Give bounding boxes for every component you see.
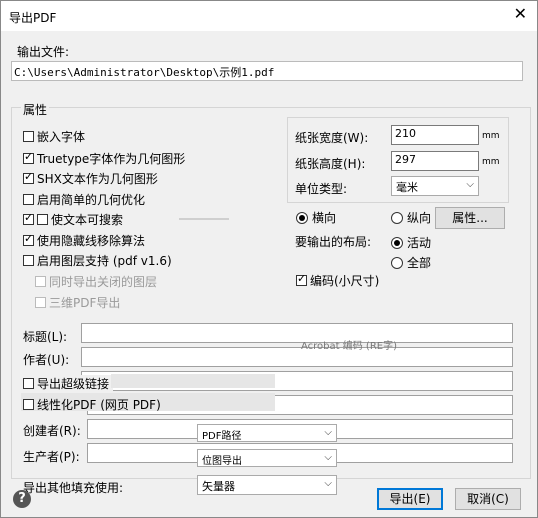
paper-height-input[interactable]: 297 [391, 151, 479, 171]
checkbox[interactable] [23, 255, 34, 266]
checkbox[interactable] [23, 399, 34, 410]
radio-label: 横向 [312, 211, 337, 225]
checkbox[interactable] [296, 272, 307, 286]
creator-label: 创建者(R): [23, 424, 81, 438]
paper-width-input[interactable]: 210 [391, 125, 479, 145]
unit-type-value: 毫米 [396, 181, 418, 194]
ghost-bitmap-value: 位图导出 [202, 456, 242, 467]
cancel-button[interactable]: 取消(C) [455, 488, 521, 510]
option-label: 导出超级链接 [37, 377, 110, 391]
radio-button[interactable] [391, 256, 403, 269]
option-label: 编码(小尺寸) [310, 274, 380, 288]
author-label: 作者(U): [23, 353, 70, 367]
chevron-down-icon: ⌵ [324, 427, 332, 438]
radio-button[interactable] [391, 236, 403, 249]
properties-title: 属性 [21, 101, 50, 118]
author-input[interactable] [81, 347, 513, 367]
export-pdf-dialog: 导出PDF ✕ 输出文件: C:\Users\Administrator\Des… [0, 0, 538, 518]
radio-label: 全部 [407, 256, 432, 270]
option-label: 启用图层支持 (pdf v1.6) [37, 254, 172, 268]
orientation-landscape[interactable]: 横向 [296, 209, 336, 226]
option-layer-support[interactable]: 启用图层支持 (pdf v1.6) [23, 252, 172, 269]
fill-select[interactable]: 矢量器 ⌵ [197, 475, 337, 495]
option-shx-geometry[interactable]: SHX文本作为几何图形 [23, 170, 158, 187]
checkbox[interactable] [35, 297, 46, 308]
layout-all[interactable]: 全部 [391, 254, 431, 271]
chevron-down-icon: ⌵ [324, 478, 332, 489]
option-label: 使文本可搜索 [51, 213, 124, 227]
option-label: 启用简单的几何优化 [37, 193, 146, 207]
option-label: SHX文本作为几何图形 [37, 172, 158, 186]
radio-button[interactable] [391, 211, 403, 224]
option-label: 三维PDF导出 [49, 296, 121, 310]
checkbox-overlay [37, 214, 48, 225]
checkbox[interactable] [23, 170, 34, 184]
fill-value: 矢量器 [202, 480, 235, 493]
radio-button[interactable] [296, 211, 308, 224]
option-truetype-geometry[interactable]: Truetype字体作为几何图形 [23, 150, 185, 167]
output-file-label: 输出文件: [17, 45, 70, 59]
export-hyperlinks[interactable]: 导出超级链接 [23, 375, 114, 392]
title-label: 标题(L): [23, 330, 68, 344]
paper-width-label: 纸张宽度(W): [295, 131, 369, 145]
option-label: 使用隐藏线移除算法 [37, 234, 146, 248]
checkbox[interactable] [23, 150, 34, 164]
checkbox[interactable] [23, 211, 34, 225]
option-label: 嵌入字体 [37, 130, 86, 144]
checkbox[interactable] [23, 194, 34, 205]
unit-type-label: 单位类型: [295, 182, 348, 196]
ghost-pdf-path-select: PDF路径 ⌵ [197, 424, 337, 442]
chevron-down-icon: ⌵ [324, 452, 332, 463]
option-label: 线性化PDF (网页 PDF) [37, 398, 161, 412]
orientation-portrait[interactable]: 纵向 [391, 209, 431, 226]
option-label: 同时导出关闭的图层 [49, 275, 158, 289]
window-title: 导出PDF [9, 11, 57, 25]
encoding-small-size[interactable]: 编码(小尺寸) [296, 272, 379, 289]
paper-height-label: 纸张高度(H): [295, 157, 366, 171]
option-label: Truetype字体作为几何图形 [37, 152, 186, 166]
export-button[interactable]: 导出(E) [377, 488, 443, 510]
ghost-bitmap-select: 位图导出 ⌵ [197, 449, 337, 467]
option-searchable-text[interactable]: 使文本可搜索 [23, 211, 123, 228]
radio-label: 纵向 [407, 211, 432, 225]
checkbox[interactable] [23, 131, 34, 142]
paper-width-unit: mm [482, 131, 500, 141]
layout-active[interactable]: 活动 [391, 234, 431, 251]
option-3d-pdf[interactable]: 三维PDF导出 [35, 294, 120, 311]
option-export-off-layers[interactable]: 同时导出关闭的图层 [35, 273, 157, 290]
checkbox[interactable] [35, 276, 46, 287]
chevron-down-icon: ⌵ [466, 179, 474, 190]
title-bar: 导出PDF ✕ [1, 1, 537, 31]
ghost-encoding-text: Acrobat 编码 (RE字) [301, 341, 397, 352]
unit-type-select[interactable]: 毫米 ⌵ [391, 176, 479, 196]
close-icon[interactable]: ✕ [514, 5, 527, 23]
overlay-fragment [179, 218, 229, 220]
radio-label: 活动 [407, 236, 432, 250]
producer-label: 生产者(P): [23, 450, 80, 464]
option-hidden-line-removal[interactable]: 使用隐藏线移除算法 [23, 232, 145, 249]
title-input[interactable] [81, 323, 513, 343]
orientation-properties-button[interactable]: 属性... [435, 207, 505, 229]
layout-label: 要输出的布局: [295, 235, 372, 249]
fill-label: 导出其他填充使用: [23, 481, 124, 495]
output-path-field[interactable]: C:\Users\Administrator\Desktop\示例1.pdf [11, 61, 523, 81]
paper-height-unit: mm [482, 157, 500, 167]
help-icon[interactable]: ? [13, 490, 31, 508]
linearize-pdf[interactable]: 线性化PDF (网页 PDF) [23, 396, 161, 413]
checkbox[interactable] [23, 378, 34, 389]
option-simple-geometry[interactable]: 启用简单的几何优化 [23, 191, 145, 208]
option-embed-fonts[interactable]: 嵌入字体 [23, 128, 85, 145]
checkbox[interactable] [23, 232, 34, 246]
overlay-strip [111, 374, 275, 388]
ghost-pdf-path-value: PDF路径 [202, 431, 242, 442]
